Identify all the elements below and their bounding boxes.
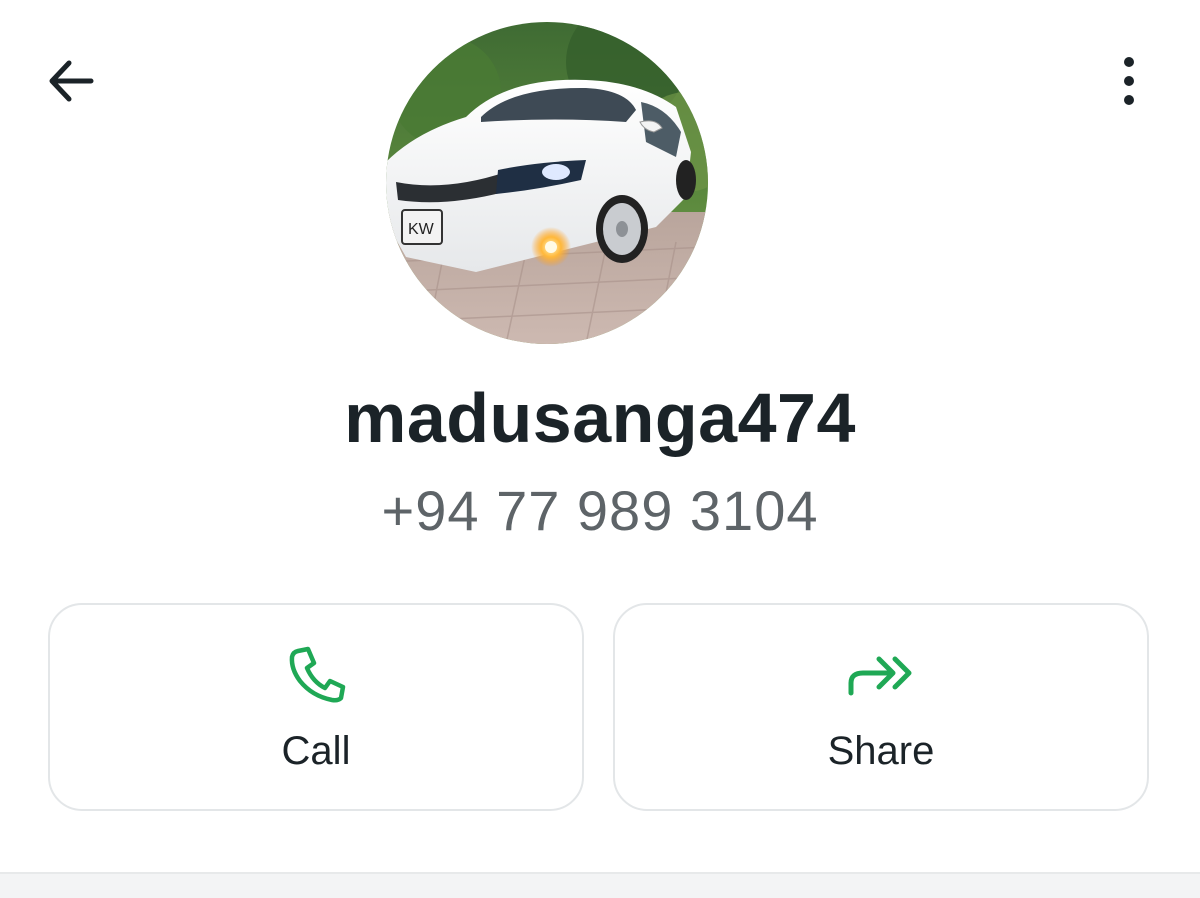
share-button[interactable]: Share bbox=[613, 603, 1149, 811]
back-button[interactable] bbox=[38, 48, 104, 114]
section-divider bbox=[0, 872, 1200, 898]
share-label: Share bbox=[827, 729, 935, 773]
car-photo-image: KW bbox=[386, 22, 708, 344]
profile-photo[interactable]: KW bbox=[386, 22, 708, 344]
more-vertical-icon bbox=[1124, 57, 1134, 105]
svg-text:KW: KW bbox=[408, 221, 435, 238]
contact-info-screen: KW madusanga474 +94 77 989 3104 Call Sha… bbox=[0, 0, 1200, 898]
contact-phone-number: +94 77 989 3104 bbox=[381, 479, 819, 542]
phone-icon bbox=[50, 643, 582, 707]
call-button[interactable]: Call bbox=[48, 603, 584, 811]
arrow-left-icon bbox=[49, 60, 94, 102]
contact-name: madusanga474 bbox=[344, 379, 856, 457]
more-options-button[interactable] bbox=[1096, 48, 1162, 114]
share-forward-icon bbox=[615, 643, 1147, 707]
call-label: Call bbox=[281, 729, 351, 773]
